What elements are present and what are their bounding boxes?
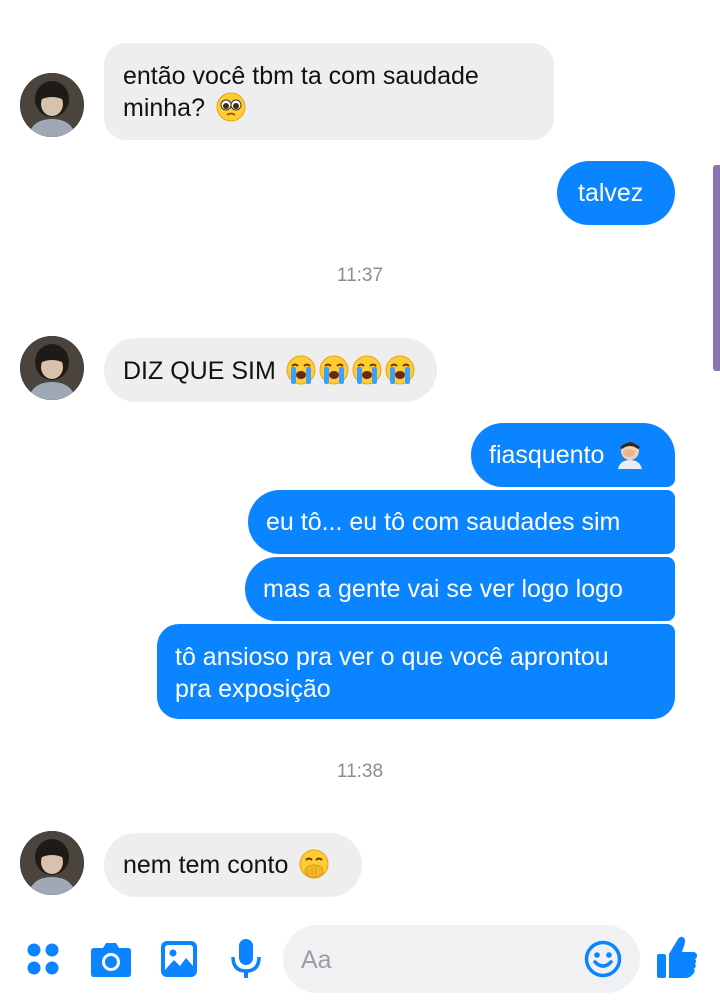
- message-text: tô ansioso pra ver o que você aprontou: [175, 643, 609, 671]
- message-text: fiasquento: [489, 441, 605, 469]
- avatar[interactable]: [20, 73, 84, 137]
- gallery-icon[interactable]: [160, 940, 198, 978]
- avatar[interactable]: [20, 831, 84, 895]
- message-bubble-incoming[interactable]: então você tbm ta com saudade minha?: [104, 43, 554, 140]
- message-input[interactable]: [299, 925, 583, 995]
- avatar-photo: [20, 831, 84, 895]
- emoji-icon[interactable]: [584, 940, 622, 978]
- timestamp: 11:38: [336, 761, 384, 782]
- message-text: eu tô... eu tô com saudades sim: [266, 508, 621, 536]
- apps-icon[interactable]: [26, 942, 60, 976]
- loudly-crying-face-icon: [285, 355, 415, 385]
- message-composer[interactable]: [283, 925, 640, 995]
- microphone-icon[interactable]: [230, 938, 262, 980]
- message-text: pra exposição: [175, 675, 331, 703]
- message-bubble-outgoing[interactable]: talvez: [557, 161, 675, 225]
- camera-icon[interactable]: [90, 940, 132, 978]
- message-text: nem tem conto: [123, 851, 289, 879]
- message-bubble-incoming[interactable]: nem tem conto: [104, 833, 362, 897]
- face-with-hand-over-mouth-icon: [299, 849, 329, 879]
- message-bubble-outgoing[interactable]: fiasquento: [471, 423, 675, 487]
- man-facepalming-icon: [615, 439, 645, 469]
- message-bubble-outgoing[interactable]: tô ansioso pra ver o que você aprontou p…: [157, 624, 675, 719]
- message-text: minha?: [123, 94, 205, 122]
- message-bubble-outgoing[interactable]: mas a gente vai se ver logo logo: [245, 557, 675, 621]
- avatar-photo: [20, 73, 84, 137]
- message-text: mas a gente vai se ver logo logo: [263, 575, 623, 603]
- message-bubble-incoming[interactable]: DIZ QUE SIM: [104, 338, 437, 402]
- message-text: então você tbm ta com saudade: [123, 62, 479, 90]
- message-text: talvez: [578, 179, 644, 207]
- message-bubble-outgoing[interactable]: eu tô... eu tô com saudades sim: [248, 490, 675, 554]
- pleading-face-icon: [216, 92, 246, 122]
- like-icon[interactable]: [656, 935, 698, 979]
- avatar[interactable]: [20, 336, 84, 400]
- message-text: DIZ QUE SIM: [123, 357, 276, 385]
- avatar-photo: [20, 336, 84, 400]
- timestamp: 11:37: [336, 265, 384, 286]
